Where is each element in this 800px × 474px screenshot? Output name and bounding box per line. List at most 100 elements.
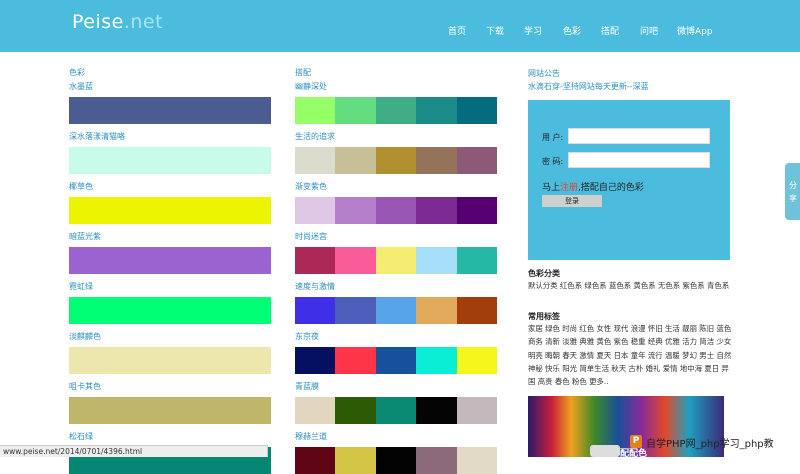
palette-swatches[interactable] bbox=[295, 247, 498, 274]
password-label: 密 码: bbox=[542, 157, 564, 166]
palette-name[interactable]: 生活的追求 bbox=[295, 132, 497, 142]
category-title: 色彩分类 bbox=[528, 269, 560, 278]
palette-color[interactable] bbox=[416, 347, 457, 374]
palette-color[interactable] bbox=[295, 147, 336, 174]
palette-swatches[interactable] bbox=[295, 447, 498, 474]
palette-swatches[interactable] bbox=[295, 147, 498, 174]
palette-color[interactable] bbox=[295, 347, 336, 374]
palette-color[interactable] bbox=[335, 347, 376, 374]
matching-section-title: 搭配 bbox=[295, 68, 311, 77]
palette-name[interactable]: 青蓝膜 bbox=[295, 382, 497, 392]
palette-color[interactable] bbox=[375, 397, 417, 424]
palette-color[interactable] bbox=[335, 97, 376, 124]
username-label: 用 户: bbox=[542, 133, 564, 142]
nav-home[interactable]: 首页 bbox=[448, 24, 466, 37]
site-logo[interactable]: Peise.net bbox=[72, 11, 163, 33]
color-name[interactable]: 暗蓝光紫 bbox=[69, 232, 271, 242]
palette-color[interactable] bbox=[335, 447, 376, 474]
palette-color[interactable] bbox=[456, 247, 498, 274]
color-swatch[interactable] bbox=[69, 347, 271, 374]
register-slogan: 马上注册,搭配自己的色彩 bbox=[542, 180, 644, 193]
palette-color[interactable] bbox=[456, 397, 498, 424]
color-swatch[interactable] bbox=[69, 247, 271, 274]
nav-matching[interactable]: 搭配 bbox=[601, 24, 619, 37]
palette-color[interactable] bbox=[335, 247, 376, 274]
share-tab[interactable]: 分 享 bbox=[785, 163, 800, 220]
palette-color[interactable] bbox=[456, 147, 498, 174]
palette-name[interactable]: 时尚迷宫 bbox=[295, 232, 497, 242]
username-input[interactable] bbox=[568, 128, 710, 144]
palette-swatches[interactable] bbox=[295, 397, 498, 424]
palette-color[interactable] bbox=[456, 447, 498, 474]
color-name[interactable]: 咀卡其色 bbox=[69, 382, 271, 392]
palette-color[interactable] bbox=[375, 197, 417, 224]
palette-color[interactable] bbox=[295, 247, 336, 274]
palette-color[interactable] bbox=[416, 247, 457, 274]
site-header: Peise.net 首页 下载 学习 色彩 搭配 问吧 微博App bbox=[0, 0, 800, 52]
register-link[interactable]: 注册 bbox=[560, 183, 578, 193]
color-swatch[interactable] bbox=[69, 397, 271, 424]
palette-color[interactable] bbox=[375, 97, 417, 124]
color-swatch[interactable] bbox=[69, 297, 271, 324]
palette-color[interactable] bbox=[375, 247, 417, 274]
palette-color[interactable] bbox=[295, 447, 336, 474]
password-input[interactable] bbox=[568, 152, 710, 168]
color-name[interactable]: 椰草色 bbox=[69, 182, 271, 192]
color-name[interactable]: 霓虹绿 bbox=[69, 282, 271, 292]
color-swatch[interactable] bbox=[69, 147, 271, 174]
palette-color[interactable] bbox=[416, 447, 457, 474]
palette-color[interactable] bbox=[416, 97, 457, 124]
login-box: 用 户: 密 码: 马上注册,搭配自己的色彩 登录 bbox=[528, 100, 730, 260]
tags-title: 常用标签 bbox=[528, 312, 560, 321]
palette-color[interactable] bbox=[375, 297, 417, 324]
palette-color[interactable] bbox=[295, 397, 336, 424]
color-name[interactable]: 深水落漾清猫咯 bbox=[69, 132, 271, 142]
palette-color[interactable] bbox=[416, 147, 457, 174]
palette-color[interactable] bbox=[335, 297, 376, 324]
color-swatch[interactable] bbox=[69, 197, 271, 224]
palette-name[interactable]: 速度与激情 bbox=[295, 282, 497, 292]
palette-color[interactable] bbox=[335, 197, 376, 224]
palette-color[interactable] bbox=[416, 397, 457, 424]
tag-cloud[interactable]: 家居 绿色 时尚 红色 女性 现代 浪漫 怀旧 生活 靓丽 陈旧 蓝色 商务 清… bbox=[528, 322, 733, 388]
palette-swatches[interactable] bbox=[295, 347, 498, 374]
category-list[interactable]: 默认分类 红色系 绿色系 蓝色系 黄色系 无色系 紫色系 青色系 bbox=[528, 279, 733, 292]
palette-color[interactable] bbox=[416, 197, 457, 224]
palette-name[interactable]: 穆赫兰道 bbox=[295, 432, 497, 442]
palette-swatches[interactable] bbox=[295, 297, 498, 324]
palette-color[interactable] bbox=[335, 397, 376, 424]
palette-name[interactable]: 东京夜 bbox=[295, 332, 497, 342]
palette-color[interactable] bbox=[295, 197, 336, 224]
color-name[interactable]: 水墨蓝 bbox=[69, 82, 271, 92]
watermark: P 自学PHP网_php学习_php教 bbox=[630, 432, 800, 457]
palette-color[interactable] bbox=[456, 347, 498, 374]
php-logo-icon: P bbox=[630, 435, 642, 448]
notice-text[interactable]: 水滴石穿-坚持网站每天更新--深蓝 bbox=[528, 81, 649, 92]
palette-color[interactable] bbox=[375, 147, 417, 174]
palette-name[interactable]: 幽静深处 bbox=[295, 82, 497, 92]
login-button[interactable]: 登录 bbox=[542, 195, 602, 207]
color-name[interactable]: 松石绿 bbox=[69, 432, 271, 442]
color-swatch[interactable] bbox=[69, 97, 271, 124]
color-name[interactable]: 淡麒麟色 bbox=[69, 332, 271, 342]
palette-color[interactable] bbox=[295, 297, 336, 324]
palette-color[interactable] bbox=[295, 97, 336, 124]
palette-color[interactable] bbox=[456, 97, 498, 124]
nav-download[interactable]: 下载 bbox=[486, 24, 504, 37]
nav-colors[interactable]: 色彩 bbox=[563, 24, 581, 37]
palette-swatches[interactable] bbox=[295, 97, 498, 124]
nav-weibo-app[interactable]: 微博App bbox=[677, 24, 713, 37]
palette-name[interactable]: 渐变紫色 bbox=[295, 182, 497, 192]
slogan-pre: 马上 bbox=[542, 183, 561, 193]
palette-color[interactable] bbox=[375, 347, 417, 374]
palette-swatches[interactable] bbox=[295, 197, 498, 224]
palette-color[interactable] bbox=[456, 197, 498, 224]
colors-section-title: 色彩 bbox=[69, 68, 85, 77]
palette-color[interactable] bbox=[456, 297, 498, 324]
nav-learn[interactable]: 学习 bbox=[524, 24, 542, 37]
palette-color[interactable] bbox=[335, 147, 376, 174]
palette-color[interactable] bbox=[375, 447, 417, 474]
share-char: 分 bbox=[789, 181, 797, 190]
palette-color[interactable] bbox=[416, 297, 457, 324]
nav-ask[interactable]: 问吧 bbox=[640, 24, 658, 37]
